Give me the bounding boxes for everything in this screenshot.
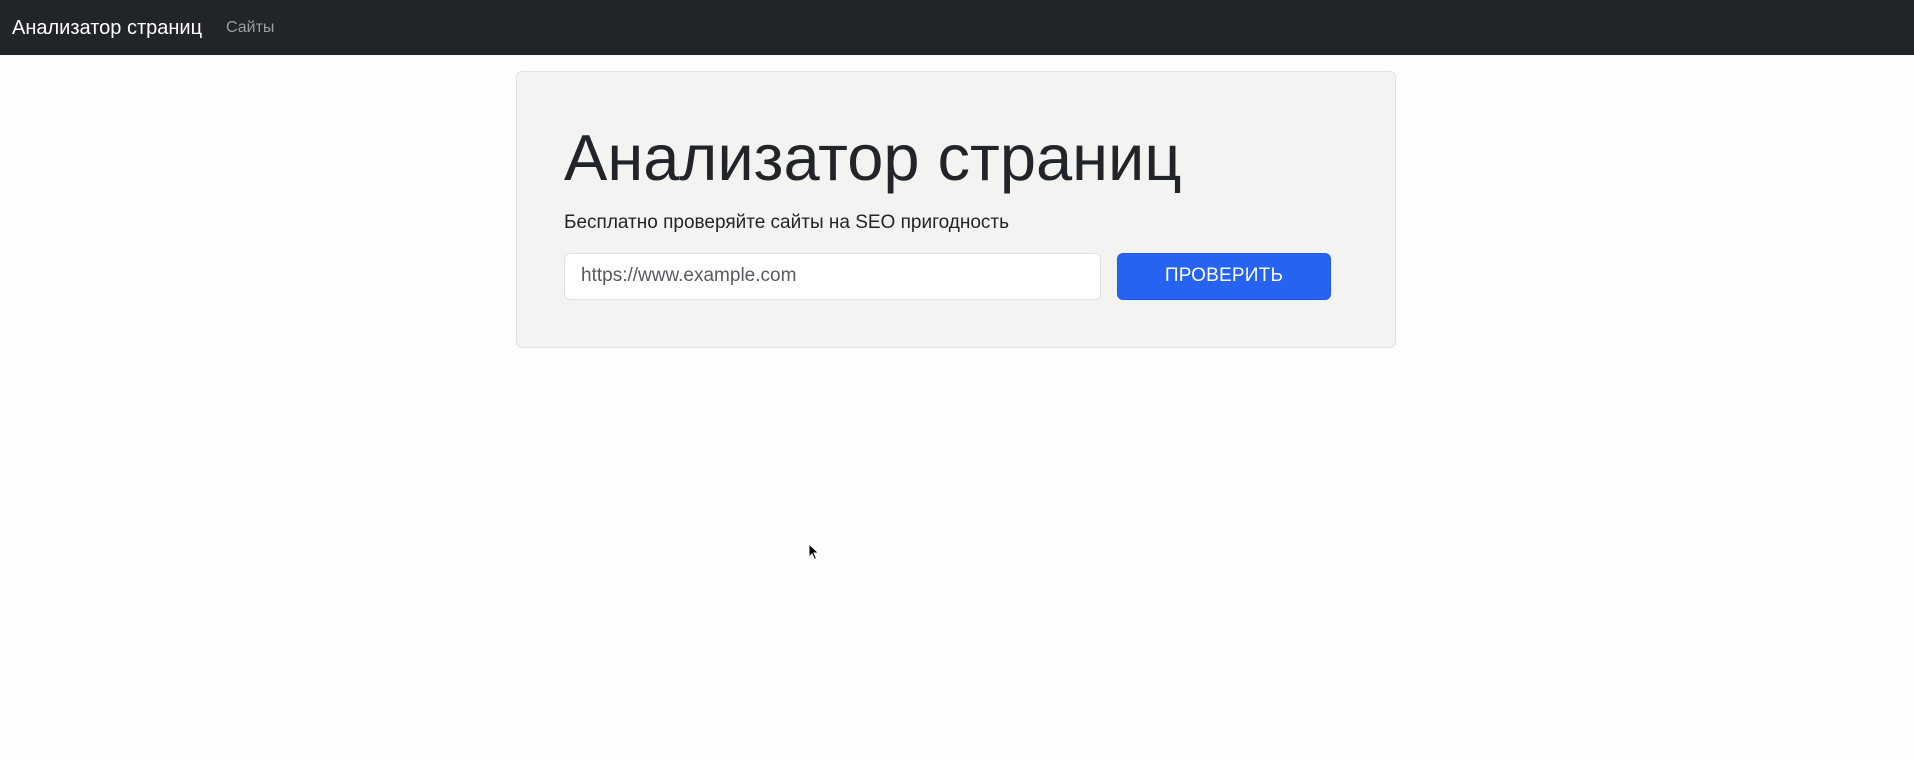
- nav-link-sites[interactable]: Сайты: [226, 19, 274, 37]
- url-check-form: ПРОВЕРИТЬ: [564, 252, 1348, 300]
- brand-link[interactable]: Анализатор страниц: [12, 18, 202, 38]
- page-subtitle: Бесплатно проверяйте сайты на SEO пригод…: [564, 211, 1009, 233]
- page-title: Анализатор страниц: [564, 121, 1182, 194]
- top-navbar: Анализатор страниц Сайты: [0, 0, 1914, 55]
- check-button[interactable]: ПРОВЕРИТЬ: [1117, 252, 1331, 300]
- mouse-pointer-icon: [808, 543, 820, 561]
- hero-panel: Анализатор страниц Бесплатно проверяйте …: [516, 71, 1396, 348]
- url-input[interactable]: [564, 252, 1101, 300]
